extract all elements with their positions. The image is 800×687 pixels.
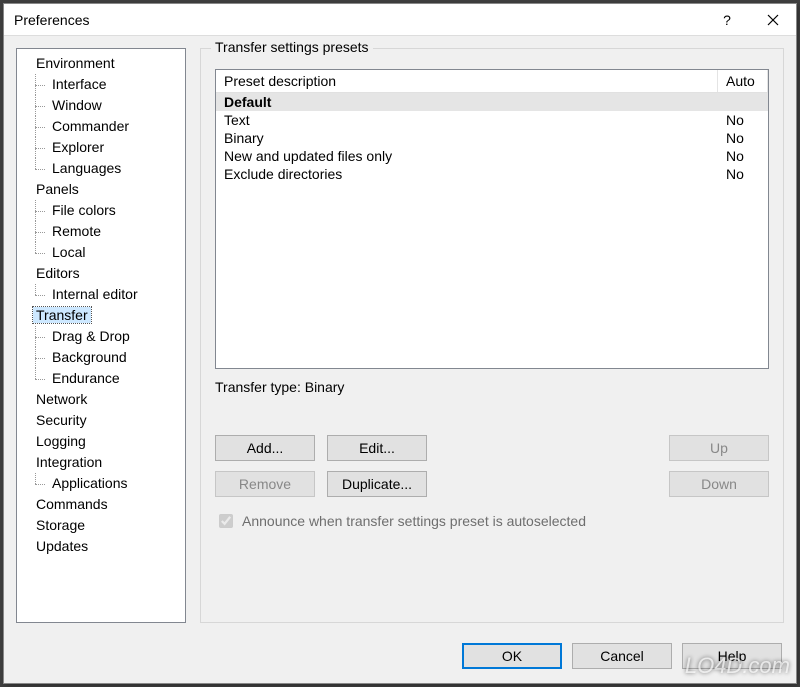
dialog-body: Environment Interface Window Commander Explo… [4,36,796,683]
tree-node[interactable]: Endurance [17,368,185,389]
tree-node[interactable]: Internal editor [17,284,185,305]
tree-node-label: Security [33,412,90,428]
cell-auto: No [718,147,768,165]
tree-node[interactable]: Commands [17,494,185,515]
table-row[interactable]: BinaryNo [216,129,768,147]
tree-node-label: Drag & Drop [49,328,133,344]
tree-node-label: Languages [49,160,124,176]
tree-node-label: Panels [33,181,82,197]
tree-node[interactable]: Editors [17,263,185,284]
tree-node-label: Integration [33,454,105,470]
tree-node[interactable]: Applications [17,473,185,494]
tree-node-label: Background [49,349,130,365]
main-area: Environment Interface Window Commander Explo… [4,36,796,635]
tree-node[interactable]: Logging [17,431,185,452]
tree-node[interactable]: Explorer [17,137,185,158]
tree-node-label: Commands [33,496,111,512]
right-panel: Transfer settings presets Preset descrip… [200,48,784,623]
tree-node[interactable]: Storage [17,515,185,536]
column-header-auto[interactable]: Auto [718,70,768,92]
duplicate-button[interactable]: Duplicate... [327,471,427,497]
transfer-type-label: Transfer type: Binary [215,379,769,395]
cell-description: Default [216,93,718,111]
tree-node-label: Internal editor [49,286,141,302]
tree-node[interactable]: Drag & Drop [17,326,185,347]
window-title: Preferences [14,12,704,28]
cell-description: New and updated files only [216,147,718,165]
presets-list[interactable]: Preset description Auto DefaultTextNoBin… [215,69,769,369]
tree-node-label: Storage [33,517,88,533]
list-header: Preset description Auto [216,70,768,93]
titlebar: Preferences ? [4,4,796,36]
presets-groupbox: Transfer settings presets Preset descrip… [200,48,784,623]
tree-node-label: Local [49,244,88,260]
tree-node-label: Remote [49,223,104,239]
tree-node[interactable]: Languages [17,158,185,179]
announce-checkbox[interactable] [219,514,233,528]
table-row[interactable]: New and updated files onlyNo [216,147,768,165]
table-row[interactable]: Exclude directoriesNo [216,165,768,183]
tree-node[interactable]: Updates [17,536,185,557]
tree-node[interactable]: Local [17,242,185,263]
category-tree[interactable]: Environment Interface Window Commander Explo… [16,48,186,623]
button-row-2: Remove Duplicate... Down [215,471,769,497]
tree-node[interactable]: Security [17,410,185,431]
cell-auto: No [718,129,768,147]
preferences-window: Preferences ? Environment Interface Window… [3,3,797,684]
announce-checkbox-label: Announce when transfer settings preset i… [242,513,586,529]
up-button[interactable]: Up [669,435,769,461]
tree-node-label: Window [49,97,105,113]
cell-auto: No [718,165,768,183]
cell-auto [718,93,768,111]
ok-button[interactable]: OK [462,643,562,669]
tree-node-label: Editors [33,265,83,281]
add-button[interactable]: Add... [215,435,315,461]
cell-description: Exclude directories [216,165,718,183]
tree-node-label: File colors [49,202,119,218]
tree-node-label: Explorer [49,139,107,155]
cancel-button[interactable]: Cancel [572,643,672,669]
tree-node-label: Logging [33,433,89,449]
tree-node-label: Commander [49,118,132,134]
tree-node[interactable]: Integration [17,452,185,473]
tree-node[interactable]: Window [17,95,185,116]
down-button[interactable]: Down [669,471,769,497]
titlebar-buttons: ? [704,4,796,35]
remove-button[interactable]: Remove [215,471,315,497]
tree-node-label: Updates [33,538,91,554]
tree-node-label: Endurance [49,370,123,386]
tree-node-label: Transfer [33,307,91,323]
edit-button[interactable]: Edit... [327,435,427,461]
button-row-1: Add... Edit... Up [215,435,769,461]
tree-node[interactable]: Environment [17,53,185,74]
tree-node-label: Interface [49,76,109,92]
tree-node[interactable]: Interface [17,74,185,95]
groupbox-title: Transfer settings presets [211,39,373,55]
help-icon[interactable]: ? [704,4,750,35]
announce-checkbox-row: Announce when transfer settings preset i… [215,511,769,531]
dialog-footer: OK Cancel Help [4,635,796,683]
tree-node[interactable]: File colors [17,200,185,221]
tree-node[interactable]: Background [17,347,185,368]
cell-description: Binary [216,129,718,147]
tree-node[interactable]: Panels [17,179,185,200]
tree-node[interactable]: Remote [17,221,185,242]
column-header-description[interactable]: Preset description [216,70,718,92]
cell-description: Text [216,111,718,129]
tree-node[interactable]: Commander [17,116,185,137]
help-button[interactable]: Help [682,643,782,669]
table-row[interactable]: TextNo [216,111,768,129]
close-icon[interactable] [750,4,796,35]
tree-node-label: Network [33,391,90,407]
cell-auto: No [718,111,768,129]
table-row[interactable]: Default [216,93,768,111]
tree-node[interactable]: Network [17,389,185,410]
tree-node[interactable]: Transfer [17,305,185,326]
tree-node-label: Environment [33,55,118,71]
tree-node-label: Applications [49,475,131,491]
